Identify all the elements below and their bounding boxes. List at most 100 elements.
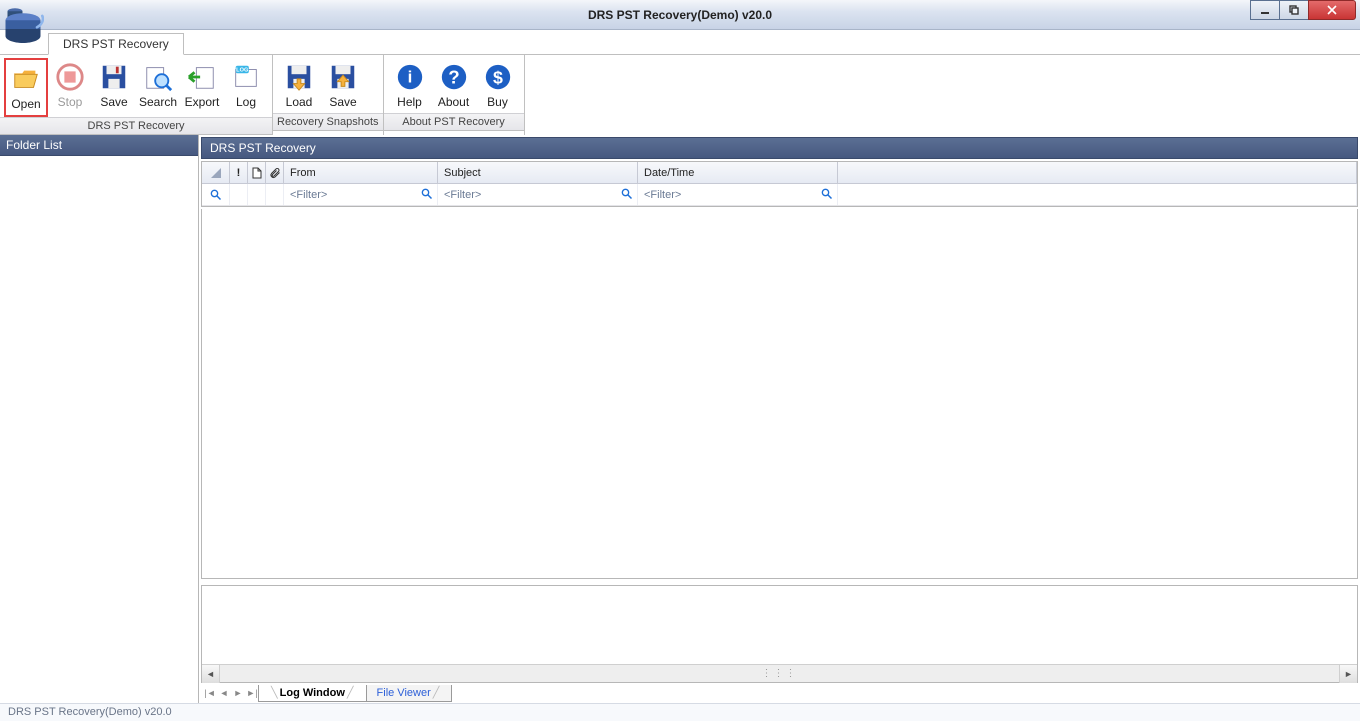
log-body [202, 586, 1357, 664]
help-icon: i [395, 62, 425, 92]
about-icon: ? [439, 62, 469, 92]
ribbon-group-label: DRS PST Recovery [0, 117, 272, 135]
content-pane-title: DRS PST Recovery [201, 137, 1358, 159]
snap-save-button[interactable]: Save [321, 58, 365, 113]
search-button[interactable]: Search [136, 58, 180, 117]
export-label: Export [185, 95, 220, 109]
message-type-header[interactable] [248, 162, 266, 183]
column-date[interactable]: Date/Time [638, 162, 838, 183]
nav-first-icon[interactable]: |◄ [203, 688, 217, 698]
svg-text:?: ? [448, 67, 459, 88]
tab-log-window-label: Log Window [280, 687, 345, 699]
ribbon-group: Load SaveRecovery Snapshots [273, 55, 384, 135]
open-button[interactable]: Open [4, 58, 48, 117]
page-icon [251, 167, 263, 179]
content-area: DRS PST Recovery ! From Subject Date/Tim… [199, 135, 1360, 703]
nav-last-icon[interactable]: ►| [245, 688, 259, 698]
stop-button: Stop [48, 58, 92, 117]
svg-text:$: $ [493, 68, 503, 88]
importance-header[interactable]: ! [230, 162, 248, 183]
about-button[interactable]: ? About [432, 58, 476, 113]
buy-label: Buy [487, 95, 508, 109]
filter-spacer [838, 184, 1357, 205]
svg-text:LOG: LOG [236, 67, 249, 73]
about-label: About [438, 95, 469, 109]
open-label: Open [11, 97, 40, 111]
tab-file-viewer[interactable]: File Viewer╱ [366, 685, 453, 702]
log-button[interactable]: LOG Log [224, 58, 268, 117]
log-panel: ◄ ⋮⋮⋮ ► [201, 585, 1358, 683]
search-icon [421, 188, 433, 200]
ribbon-group-label: About PST Recovery [384, 113, 524, 131]
main-tab[interactable]: DRS PST Recovery [48, 33, 184, 55]
buy-icon: $ [483, 62, 513, 92]
snap-load-button[interactable]: Load [277, 58, 321, 113]
filter-date-placeholder: <Filter> [644, 189, 681, 201]
snap-load-icon [284, 62, 314, 92]
filter-type[interactable] [248, 184, 266, 205]
titlebar: DRS PST Recovery(Demo) v20.0 [0, 0, 1360, 30]
window-title: DRS PST Recovery(Demo) v20.0 [0, 8, 1360, 22]
stop-icon [55, 62, 85, 92]
message-grid: ! From Subject Date/Time [201, 161, 1358, 207]
search-label: Search [139, 95, 177, 109]
main-area: Folder List DRS PST Recovery ! From Subj… [0, 135, 1360, 703]
search-icon [821, 188, 833, 200]
grid-filter-row: <Filter> <Filter> <Filter> [202, 184, 1357, 206]
filter-from-placeholder: <Filter> [290, 189, 327, 201]
tab-row: DRS PST Recovery [0, 30, 1360, 54]
export-button[interactable]: Export [180, 58, 224, 117]
bottom-tab-strip: |◄ ◄ ► ►| ╲Log Window╱ File Viewer╱ [201, 683, 1358, 703]
filter-date[interactable]: <Filter> [638, 184, 838, 205]
statusbar: DRS PST Recovery(Demo) v20.0 [0, 703, 1360, 721]
snap-load-label: Load [286, 95, 313, 109]
column-subject[interactable]: Subject [438, 162, 638, 183]
ribbon-group: Open Stop Save Search Export LOG Log DRS PST Re… [0, 55, 273, 135]
folder-list-header: Folder List [0, 135, 198, 156]
grid-header: ! From Subject Date/Time [202, 162, 1357, 184]
save-icon [99, 62, 129, 92]
help-button[interactable]: i Help [388, 58, 432, 113]
filter-from[interactable]: <Filter> [284, 184, 438, 205]
close-button[interactable] [1308, 0, 1356, 20]
sheet-nav[interactable]: |◄ ◄ ► ►| [203, 688, 259, 698]
search-icon [210, 189, 222, 201]
ribbon-group-label: Recovery Snapshots [273, 113, 383, 131]
save-button[interactable]: Save [92, 58, 136, 117]
open-icon [11, 64, 41, 94]
row-indicator-header[interactable] [202, 162, 230, 183]
snap-save-icon [328, 62, 358, 92]
stop-label: Stop [58, 95, 83, 109]
column-spacer [838, 162, 1357, 183]
maximize-button[interactable] [1279, 0, 1309, 20]
column-from[interactable]: From [284, 162, 438, 183]
nav-next-icon[interactable]: ► [231, 688, 245, 698]
search-icon [143, 62, 173, 92]
buy-button[interactable]: $ Buy [476, 58, 520, 113]
grid-body [201, 209, 1358, 579]
minimize-button[interactable] [1250, 0, 1280, 20]
save-label: Save [100, 95, 127, 109]
scroll-left-button[interactable]: ◄ [202, 665, 220, 683]
search-icon [621, 188, 633, 200]
horizontal-scrollbar[interactable]: ◄ ⋮⋮⋮ ► [202, 664, 1357, 682]
log-icon: LOG [231, 62, 261, 92]
attachment-header[interactable] [266, 162, 284, 183]
folder-list-panel: Folder List [0, 135, 199, 703]
log-label: Log [236, 95, 256, 109]
ribbon: Open Stop Save Search Export LOG Log DRS PST Re… [0, 54, 1360, 135]
filter-attachment[interactable] [266, 184, 284, 205]
filter-subject[interactable]: <Filter> [438, 184, 638, 205]
filter-row-indicator[interactable] [202, 184, 230, 205]
tab-log-window[interactable]: ╲Log Window╱ [258, 685, 367, 702]
svg-text:i: i [407, 68, 412, 87]
filter-subject-placeholder: <Filter> [444, 189, 481, 201]
window-controls [1251, 0, 1356, 20]
paperclip-icon [269, 167, 281, 179]
scroll-right-button[interactable]: ► [1339, 665, 1357, 683]
tab-file-viewer-label: File Viewer [377, 687, 431, 699]
filter-importance[interactable] [230, 184, 248, 205]
help-label: Help [397, 95, 422, 109]
nav-prev-icon[interactable]: ◄ [217, 688, 231, 698]
scroll-grip: ⋮⋮⋮ [762, 668, 798, 679]
